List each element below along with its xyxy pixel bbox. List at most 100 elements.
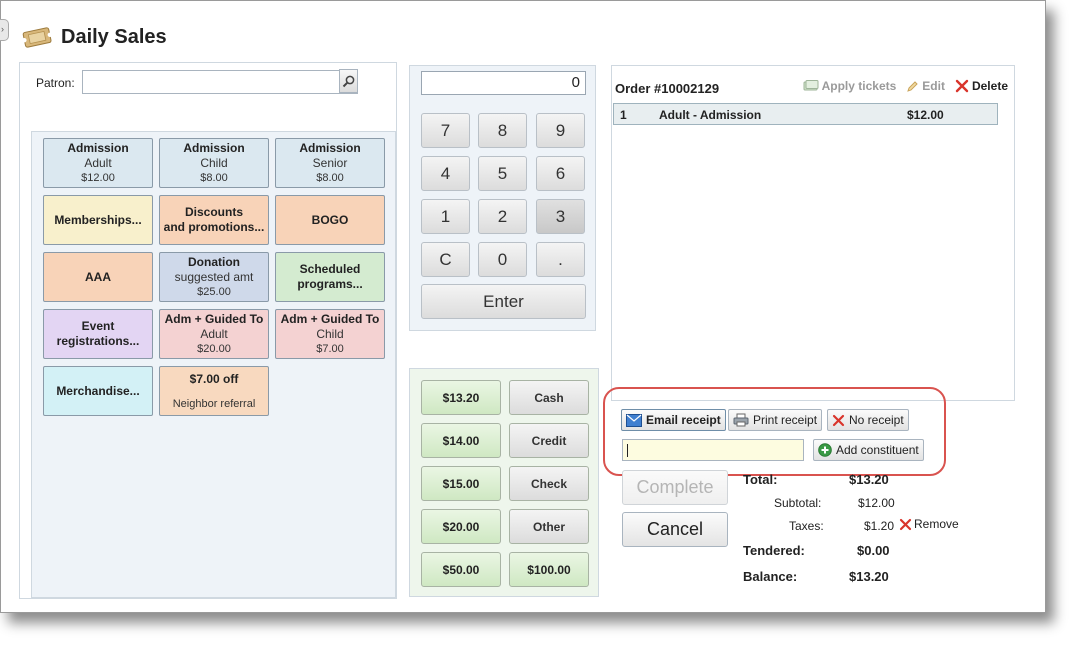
email-receipt-button[interactable]: Email receipt	[621, 409, 726, 431]
product-price: $8.00	[200, 171, 228, 184]
product-button[interactable]: Admission Child $8.00	[159, 138, 269, 188]
patron-search-button[interactable]	[339, 69, 358, 93]
remove-x-icon	[899, 518, 912, 530]
product-sub: suggested amt	[174, 269, 254, 284]
total-value: $13.20	[849, 472, 889, 487]
product-sub: Child	[200, 155, 228, 170]
product-button[interactable]: Admission Adult $12.00	[43, 138, 153, 188]
product-line1: Adm + Guided To	[280, 311, 380, 326]
product-button[interactable]: Merchandise...	[43, 366, 153, 416]
product-line1: BOGO	[311, 212, 349, 227]
text-caret	[627, 444, 628, 457]
keypad-key[interactable]: 5	[478, 156, 527, 191]
product-button[interactable]: $7.00 off Neighbor referral	[159, 366, 269, 416]
product-button[interactable]: Scheduled programs...	[275, 252, 385, 302]
product-button-grid: Admission Adult $12.00 Admission Child $8.00 A…	[31, 131, 396, 598]
keypad-key[interactable]: 8	[478, 113, 527, 148]
daily-sales-window: › Daily Sales Patron: Admission Adult $12.	[0, 0, 1046, 613]
product-price: $7.00	[316, 342, 344, 355]
product-sub: Adult	[200, 326, 228, 341]
keypad-key[interactable]: 7	[421, 113, 470, 148]
product-button[interactable]: BOGO	[275, 195, 385, 245]
add-constituent-label: Add constituent	[836, 443, 919, 457]
product-sub: Senior	[312, 155, 348, 170]
product-button[interactable]: Adm + Guided To Adult $20.00	[159, 309, 269, 359]
payment-type-button[interactable]: Cash	[509, 380, 589, 415]
product-sub: Child	[316, 326, 344, 341]
product-button[interactable]: Memberships...	[43, 195, 153, 245]
quick-amount-button[interactable]: $50.00	[421, 552, 501, 587]
keypad-key[interactable]: 2	[478, 199, 527, 234]
tickets-icon	[803, 80, 819, 91]
pencil-icon	[907, 80, 919, 92]
complete-button[interactable]: Complete	[622, 470, 728, 505]
quick-amount-button[interactable]: $100.00	[509, 552, 589, 587]
subtotal-label: Subtotal:	[774, 496, 822, 510]
remove-tax-button[interactable]: Remove	[899, 517, 959, 531]
product-line1: Discounts	[184, 205, 243, 219]
patron-search-input[interactable]	[82, 70, 358, 94]
product-button[interactable]: Discounts and promotions...	[159, 195, 269, 245]
quick-amount-button[interactable]: $13.20	[421, 380, 501, 415]
ticket-icon	[21, 25, 53, 49]
product-price: $20.00	[197, 342, 231, 355]
order-panel: Order #10002129 Apply tickets Edit Delet…	[611, 65, 1015, 401]
email-icon	[626, 413, 642, 427]
delete-button[interactable]: Delete	[955, 79, 1008, 93]
receipt-highlight-oval	[603, 387, 946, 476]
product-line1: Admission	[183, 140, 245, 155]
product-button[interactable]: AAA	[43, 252, 153, 302]
product-line1: Merchandise...	[56, 383, 140, 398]
search-icon	[342, 75, 355, 87]
apply-tickets-label: Apply tickets	[821, 79, 897, 93]
product-button[interactable]: Admission Senior $8.00	[275, 138, 385, 188]
constituent-email-input[interactable]	[622, 439, 804, 461]
product-button[interactable]: Donation suggested amt $25.00	[159, 252, 269, 302]
email-receipt-label: Email receipt	[646, 413, 721, 427]
no-receipt-button[interactable]: No receipt	[827, 409, 909, 431]
expand-panel-tab[interactable]: ›	[0, 19, 9, 41]
product-button[interactable]: Adm + Guided To Child $7.00	[275, 309, 385, 359]
keypad-key[interactable]: 1	[421, 199, 470, 234]
patron-label: Patron:	[36, 76, 75, 90]
add-plus-icon	[818, 443, 832, 457]
order-line-item[interactable]: 1 Adult - Admission $12.00	[613, 103, 998, 125]
product-price: $12.00	[81, 171, 115, 184]
cancel-button[interactable]: Cancel	[622, 512, 728, 547]
keypad-key[interactable]: 3	[536, 199, 585, 234]
keypad-key[interactable]: C	[421, 242, 470, 277]
quick-amount-button[interactable]: $14.00	[421, 423, 501, 458]
payment-type-button[interactable]: Check	[509, 466, 589, 501]
amount-display[interactable]: 0	[421, 71, 586, 95]
keypad-key[interactable]: 0	[478, 242, 527, 277]
keypad-panel: 0 789456123C0. Enter	[409, 65, 596, 331]
keypad-key[interactable]: 6	[536, 156, 585, 191]
quick-amount-button[interactable]: $15.00	[421, 466, 501, 501]
product-line2: registrations...	[56, 334, 140, 348]
payment-type-button[interactable]: Other	[509, 509, 589, 544]
order-actions: Apply tickets Edit Delete	[803, 79, 1008, 93]
product-sub: Adult	[84, 155, 112, 170]
subtotal-value: $12.00	[858, 496, 895, 510]
order-item-name: Adult - Admission	[659, 108, 762, 122]
product-line1: Adm + Guided To	[164, 311, 264, 326]
print-receipt-button[interactable]: Print receipt	[728, 409, 823, 431]
keypad-key[interactable]: 9	[536, 113, 585, 148]
delete-x-icon	[955, 79, 969, 93]
balance-value: $13.20	[849, 569, 889, 584]
product-button[interactable]: Event registrations...	[43, 309, 153, 359]
title-bar: Daily Sales	[21, 25, 167, 49]
apply-tickets-button[interactable]: Apply tickets	[803, 79, 897, 93]
keypad-key[interactable]: 4	[421, 156, 470, 191]
order-title: Order #10002129	[615, 81, 720, 96]
page-title: Daily Sales	[61, 25, 167, 48]
taxes-label: Taxes:	[789, 519, 824, 533]
order-item-qty: 1	[620, 108, 627, 122]
payment-type-button[interactable]: Credit	[509, 423, 589, 458]
keypad-key[interactable]: .	[536, 242, 585, 277]
enter-key[interactable]: Enter	[421, 284, 586, 319]
quick-amount-button[interactable]: $20.00	[421, 509, 501, 544]
product-price: $8.00	[316, 171, 344, 184]
edit-button[interactable]: Edit	[906, 79, 945, 93]
add-constituent-button[interactable]: Add constituent	[813, 439, 924, 461]
